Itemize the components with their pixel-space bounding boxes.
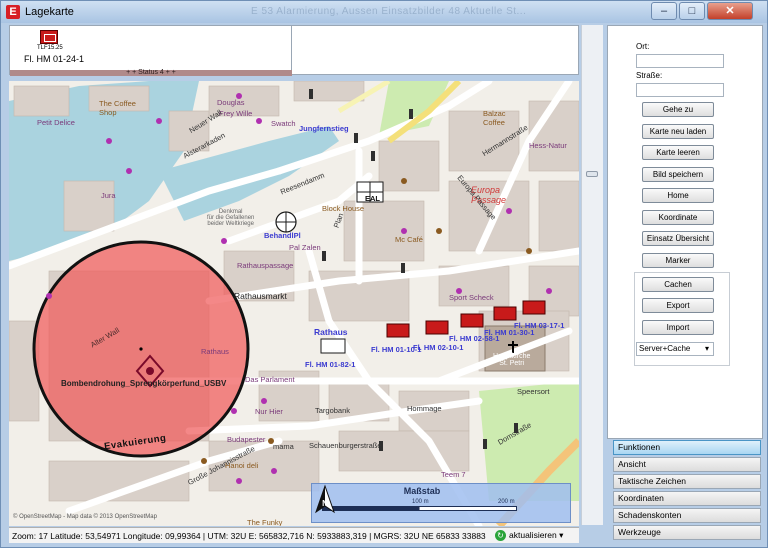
map-label-hanoi-deli: Hanoi deli — [225, 461, 259, 470]
map-label-sport-scheck: Sport Scheck — [449, 293, 494, 302]
map-label-douglas: Douglas — [217, 98, 245, 107]
refresh-label: aktualisieren — [509, 530, 557, 540]
cache-button[interactable]: Cachen — [642, 277, 714, 292]
unit-card[interactable]: TLF15.25 Fl. HM 01-24-1 + + Status 4 + + — [10, 26, 292, 76]
north-arrow-icon: N — [315, 484, 335, 514]
map-label-rathausmarkt: Rathausmarkt — [234, 291, 287, 301]
map-label-hommage: Hommage — [407, 404, 442, 413]
map-label-jungfernstieg: Jungfernstieg — [299, 124, 349, 133]
refresh-button[interactable]: ↻ aktualisieren ▾ — [495, 530, 563, 542]
save-image-button[interactable]: Bild speichern — [642, 167, 714, 182]
scale-tick-200: 200 m — [498, 499, 515, 505]
map-label-swatch: Swatch — [271, 119, 296, 128]
unit-label-01-82[interactable]: Fl. HM 01-82-1 — [305, 360, 355, 369]
close-icon[interactable]: ✕ — [707, 2, 753, 20]
accordion-werkzeuge[interactable]: Werkzeuge — [613, 525, 761, 540]
map-label-rathauspassage: Rathauspassage — [237, 261, 294, 270]
map-label-pal-zalen: Pal Zalen — [289, 243, 321, 252]
strasse-input[interactable] — [636, 83, 724, 97]
map-view[interactable]: The Coffee Shop Petit Delice Douglas Fre… — [9, 81, 579, 526]
map-label-speersort: Speersort — [517, 387, 550, 396]
refresh-icon: ↻ — [495, 530, 506, 542]
title-bar: E Lagekarte E 53 Alarmierung, Aussen Ein… — [1, 1, 767, 23]
coordinate-button[interactable]: Koordinate — [642, 210, 714, 225]
ort-input[interactable] — [636, 54, 724, 68]
home-button[interactable]: Home — [642, 188, 714, 203]
unit-type: TLF15.25 — [37, 45, 63, 51]
map-label-hess-natur: Hess-Natur — [529, 141, 567, 150]
clear-map-button[interactable]: Karte leeren — [642, 145, 714, 160]
map-label-coffee-shop: The Coffee Shop — [99, 99, 136, 117]
panel-splitter[interactable] — [581, 25, 603, 525]
scale-bar — [322, 506, 517, 511]
map-label-mama: mama — [273, 442, 294, 451]
map-label-nur-hier: Nur Hier — [255, 407, 283, 416]
strasse-label: Straße: — [636, 71, 663, 80]
map-label-rathaus-blue: Rathaus — [314, 327, 348, 337]
refresh-dropdown-icon[interactable]: ▾ — [559, 530, 563, 540]
map-label-eal: EAL — [365, 194, 380, 203]
fire-engine-icon — [40, 30, 58, 44]
unit-strip: TLF15.25 Fl. HM 01-24-1 + + Status 4 + + — [9, 25, 579, 76]
map-label-block-house: Block House — [322, 204, 365, 213]
map-label-bombendrohung: Bombendrohung_Sprengkörperfund_USBV — [61, 379, 227, 388]
map-label-das-parlament: Das Parlament — [245, 375, 295, 384]
goto-button[interactable]: Gehe zu — [642, 102, 714, 117]
map-label-balzac: Balzac Coffee — [483, 109, 506, 127]
map-label-frey-wille: Frey Wille — [219, 109, 253, 118]
map-label-jura: Jura — [101, 191, 116, 200]
reload-map-button[interactable]: Karte neu laden — [642, 124, 714, 139]
map-label-behandlpl: BehandlPl — [264, 231, 301, 240]
accordion-koordinaten[interactable]: Koordinaten — [613, 491, 761, 506]
window-title: Lagekarte — [25, 6, 74, 18]
scale-legend: Maßstab 0 100 m 200 m N — [311, 483, 571, 523]
unit-label-02-10[interactable]: Fl. HM 02-10-1 — [413, 343, 463, 352]
map-label-rathaus: Rathaus — [201, 347, 229, 356]
map-label-budapester: Budapester — [227, 435, 266, 444]
splitter-handle[interactable] — [586, 171, 598, 177]
export-button[interactable]: Export — [642, 298, 714, 313]
app-window: E Lagekarte E 53 Alarmierung, Aussen Ein… — [0, 0, 768, 548]
map-label-gedenkmal: Denkmal für die Gefallenen beider Weltkr… — [207, 209, 255, 227]
svg-text:N: N — [322, 499, 328, 508]
coordinate-readout: Zoom: 17 Latitude: 53,54971 Longitude: 0… — [12, 531, 486, 541]
map-attribution: © OpenStreetMap - Map data © 2013 OpenSt… — [13, 514, 157, 520]
minimize-icon[interactable]: – — [651, 2, 677, 20]
ort-label: Ort: — [636, 42, 650, 51]
map-label-the-funky: The Funky — [247, 518, 283, 526]
import-button[interactable]: Import — [642, 320, 714, 335]
unit-status: + + Status 4 + + — [126, 69, 176, 76]
mission-overview-button[interactable]: Einsatz Übersicht — [642, 231, 714, 246]
accordion-ansicht[interactable]: Ansicht — [613, 457, 761, 472]
marker-button[interactable]: Marker — [642, 253, 714, 268]
unit-label-03-17[interactable]: Fl. HM 03-17-1 — [514, 321, 564, 330]
scale-title: Maßstab — [403, 486, 441, 496]
scale-tick-100: 100 m — [412, 499, 429, 505]
background-window-title: E 53 Alarmierung, Aussen Einsatzbilder 4… — [251, 6, 527, 17]
maximize-icon[interactable]: □ — [679, 2, 705, 20]
app-logo-icon: E — [6, 5, 20, 19]
map-label-petit-delice: Petit Delice — [37, 118, 75, 127]
functions-panel: Ort: Straße: Gehe zu Karte neu laden Kar… — [607, 25, 763, 439]
map-label-targobank: Targobank — [315, 406, 351, 415]
treatment-area-icon[interactable] — [275, 211, 297, 233]
unit-label: Fl. HM 01-24-1 — [24, 54, 85, 64]
accordion-funktionen[interactable]: Funktionen — [613, 440, 761, 455]
accordion-schadenskonten[interactable]: Schadenskonten — [613, 508, 761, 523]
map-label-schauenburger: Schauenburgerstraße — [309, 441, 382, 450]
map-label-hauptkirche: Hauptkirche St. Petri — [493, 353, 531, 367]
accordion-taktische-zeichen[interactable]: Taktische Zeichen — [613, 474, 761, 489]
map-label-teem7: Teem 7 — [441, 470, 466, 479]
status-footer: Zoom: 17 Latitude: 53,54971 Longitude: 0… — [9, 527, 579, 543]
cache-mode-select[interactable]: Server+Cache — [636, 342, 714, 356]
map-label-mc-cafe: Mc Café — [395, 235, 423, 244]
